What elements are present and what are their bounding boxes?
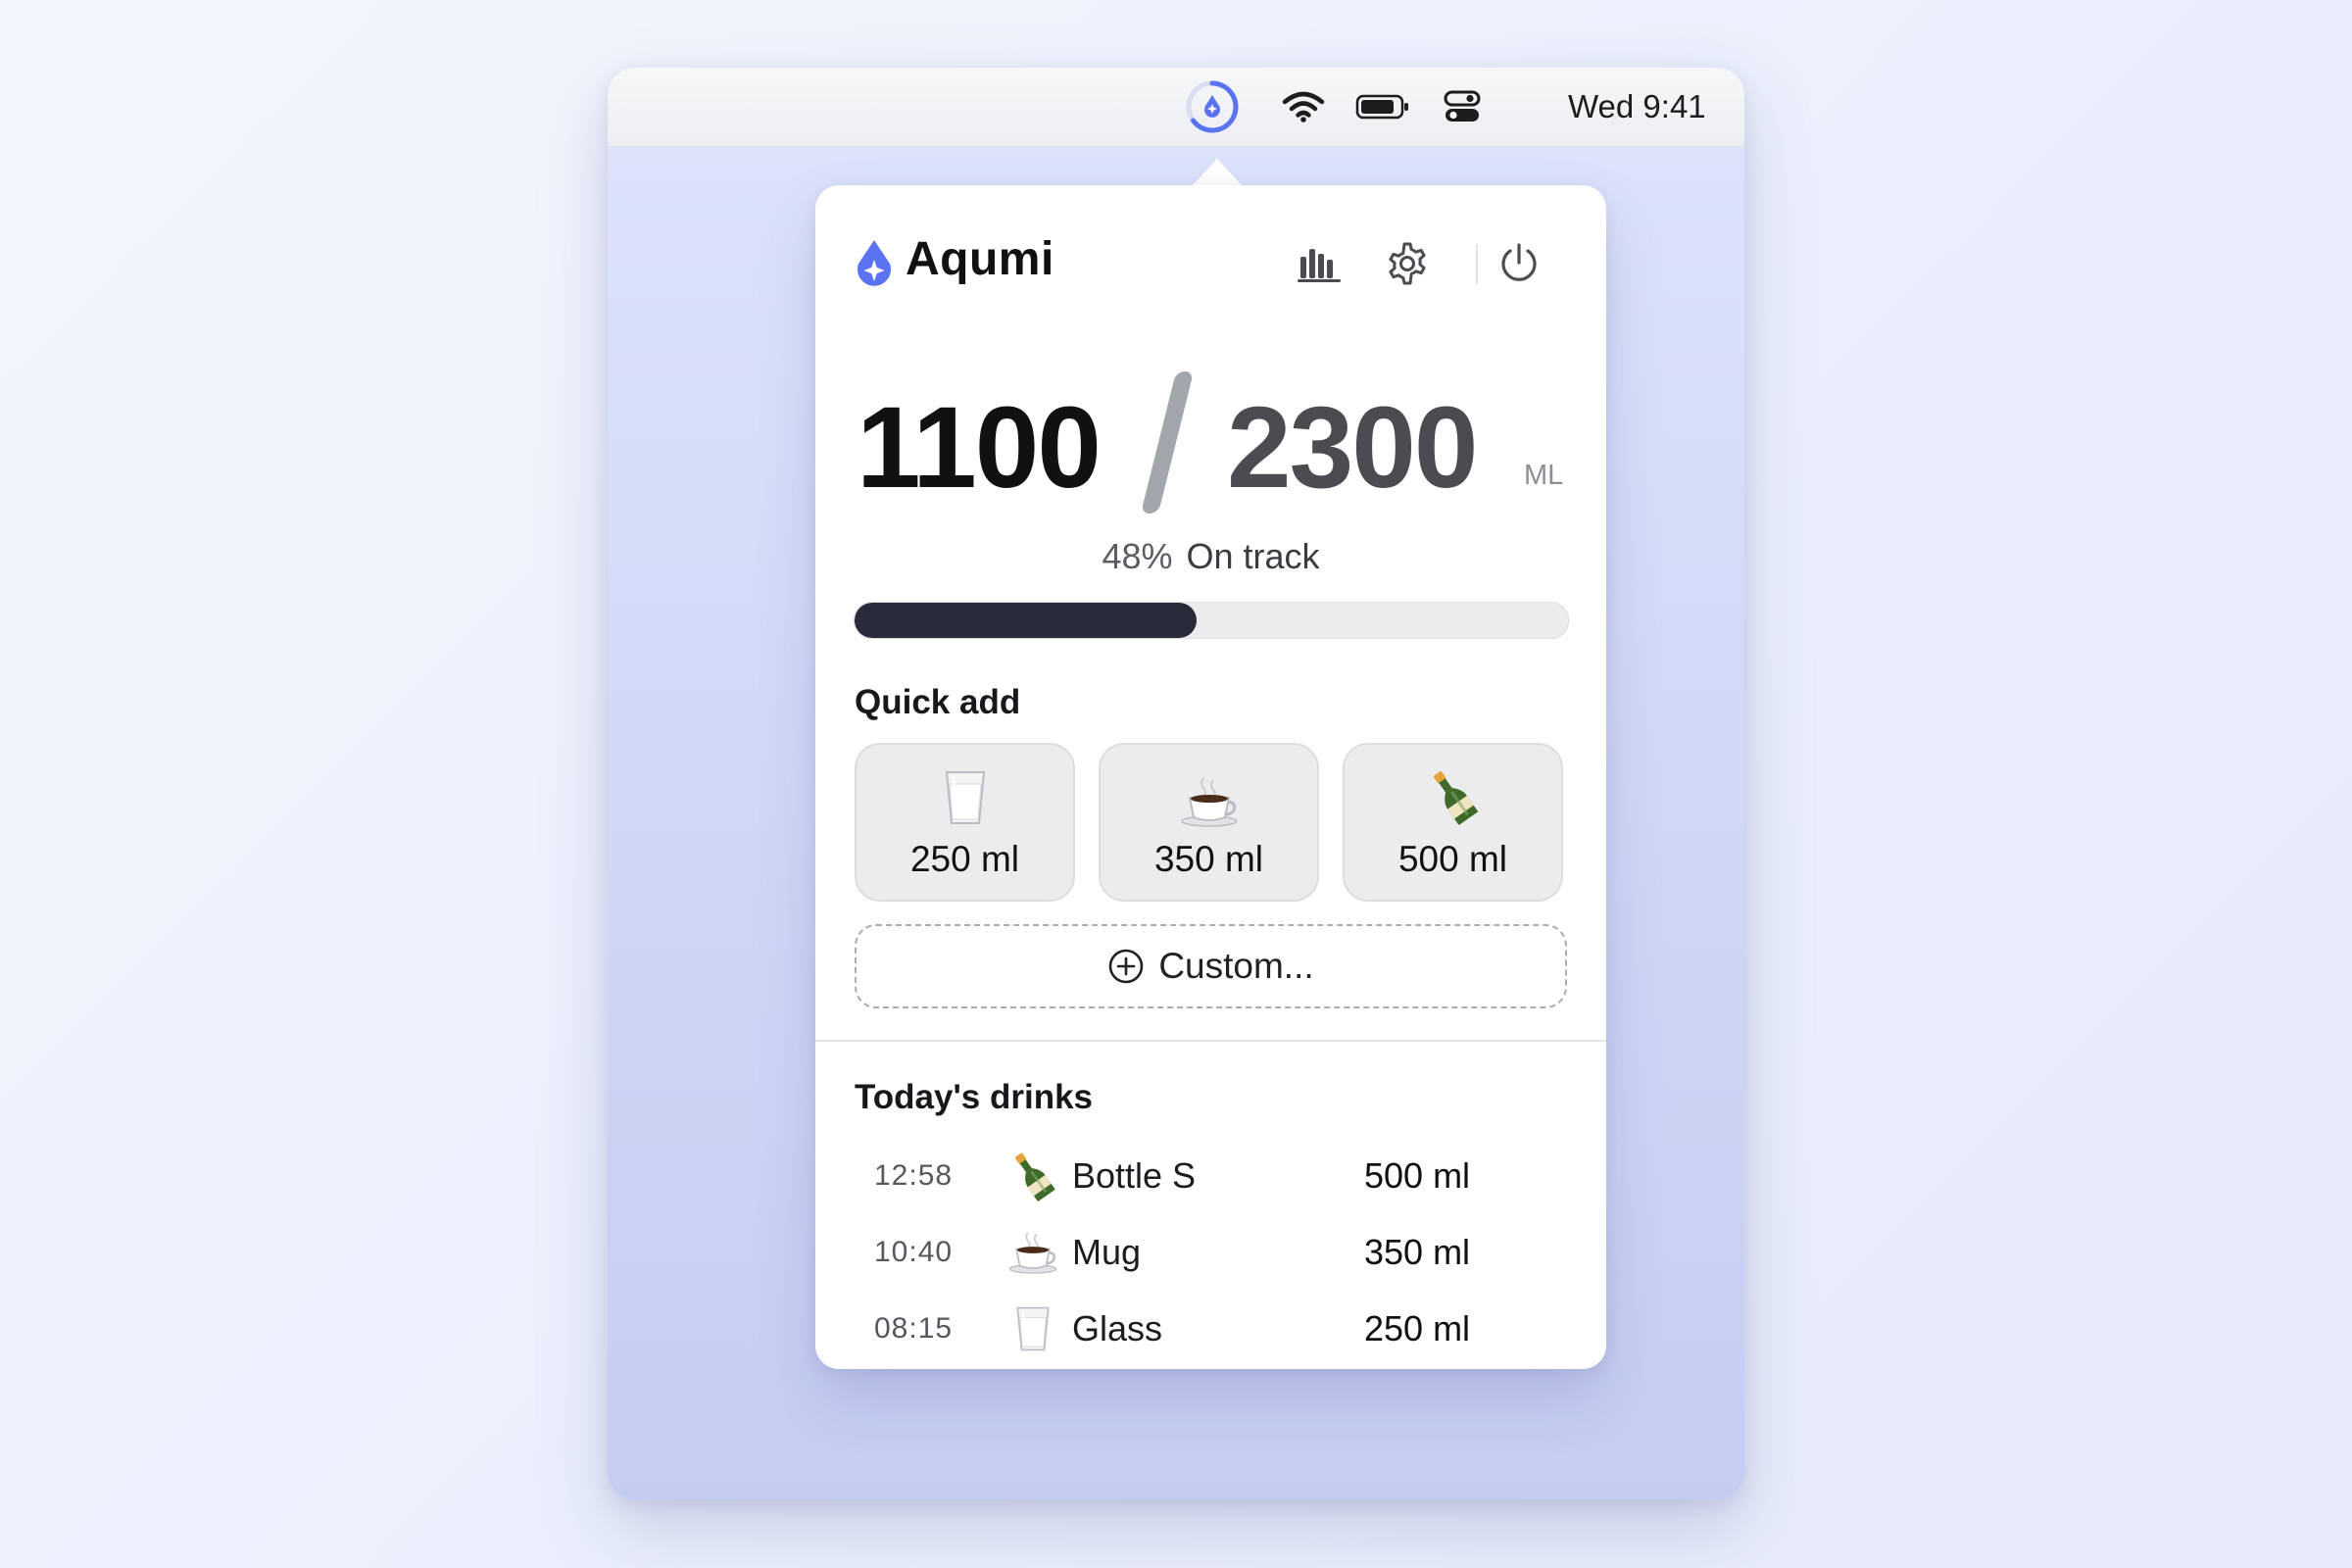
progress-status: 48% On track <box>815 536 1606 577</box>
glass-icon <box>943 764 988 827</box>
intake-unit: ML <box>1524 460 1564 491</box>
current-intake: 1100 <box>857 383 1102 513</box>
settings-button[interactable] <box>1378 234 1437 293</box>
drink-time: 10:40 <box>874 1236 954 1268</box>
quick-add-250-button[interactable]: 250 ml <box>855 743 1075 902</box>
drink-name: Glass <box>1072 1308 1163 1348</box>
progress-slash <box>1140 371 1195 514</box>
aqumi-drop-icon <box>1186 80 1239 133</box>
quick-add-350-label: 350 ml <box>1153 839 1264 879</box>
quick-add-500-label: 500 ml <box>1397 839 1508 879</box>
popover-caret <box>1191 159 1244 187</box>
battery-icon <box>1355 94 1408 120</box>
progress-percent: 48% <box>1102 536 1173 576</box>
daily-goal: 2300 <box>1227 383 1479 513</box>
drink-name: Bottle S <box>1072 1155 1197 1196</box>
plus-circle-icon <box>1109 949 1144 984</box>
battery-menubar-item[interactable] <box>1350 68 1415 146</box>
quit-button[interactable] <box>1490 234 1548 293</box>
glass-icon <box>1004 1295 1062 1363</box>
stats-icon <box>1298 249 1341 282</box>
drink-row[interactable]: 12:58 Bottle S 500 ml <box>815 1142 1606 1210</box>
drink-amount: 250 ml <box>1364 1308 1471 1348</box>
gear-icon <box>1389 242 1426 285</box>
custom-amount-label: Custom... <box>1158 946 1314 986</box>
menu-bar: Wed 9:41 <box>608 68 1744 147</box>
quick-add-250-label: 250 ml <box>909 839 1020 879</box>
quick-add-500-button[interactable]: 500 ml <box>1343 743 1563 902</box>
power-icon <box>1501 243 1537 281</box>
stats-button[interactable] <box>1290 234 1348 293</box>
progress-bar-fill <box>855 603 1198 638</box>
menubar-clock[interactable]: Wed 9:41 <box>1568 68 1706 146</box>
drink-row[interactable]: 10:40 Mug 350 ml <box>815 1218 1606 1287</box>
section-divider <box>815 1040 1606 1042</box>
todays-drinks-title: Today's drinks <box>855 1078 1094 1116</box>
drink-time: 12:58 <box>874 1159 954 1192</box>
progress-status-text: On track <box>1186 536 1320 576</box>
bottle-icon <box>1424 764 1483 827</box>
wifi-icon <box>1282 91 1325 122</box>
quick-add-350-button[interactable]: 350 ml <box>1099 743 1319 902</box>
wifi-menubar-item[interactable] <box>1274 68 1333 146</box>
mug-icon <box>1004 1218 1062 1287</box>
aqumi-menubar-item[interactable] <box>1181 68 1244 146</box>
drink-row[interactable]: 08:15 Glass 250 ml <box>815 1295 1606 1363</box>
aqumi-popover: Aqumi 1100 2300 ML 48% On track Quick ad… <box>815 185 1606 1369</box>
drink-name: Mug <box>1072 1232 1142 1272</box>
header-separator <box>1476 244 1478 285</box>
bottle-icon <box>1004 1142 1062 1210</box>
control-center-icon <box>1444 90 1481 122</box>
control-center-menubar-item[interactable] <box>1433 68 1492 146</box>
drink-amount: 500 ml <box>1364 1155 1471 1196</box>
custom-amount-button[interactable]: Custom... <box>855 924 1567 1008</box>
quick-add-title: Quick add <box>855 683 1021 721</box>
app-title: Aqumi <box>906 233 1054 285</box>
progress-bar <box>854 602 1569 639</box>
mug-icon <box>1178 764 1241 827</box>
drink-amount: 350 ml <box>1364 1232 1471 1272</box>
aqumi-logo-icon <box>858 240 891 286</box>
drink-time: 08:15 <box>874 1312 954 1345</box>
